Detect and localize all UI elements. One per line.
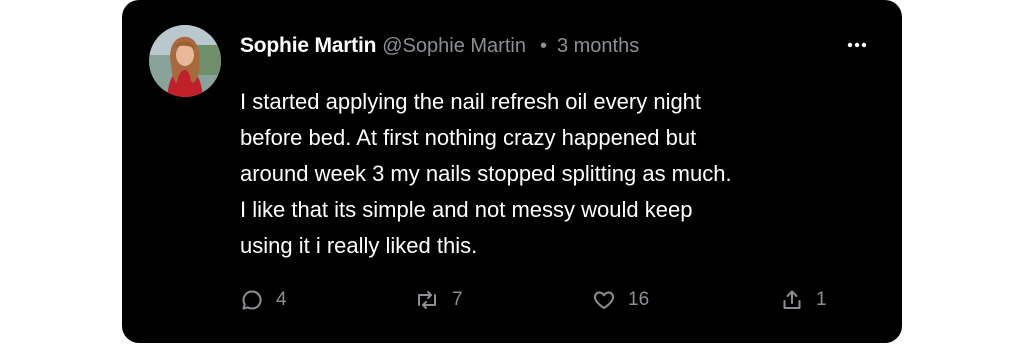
avatar[interactable] xyxy=(149,25,221,97)
reply-count: 4 xyxy=(276,289,287,310)
like-button[interactable]: 16 xyxy=(592,288,649,312)
speech-bubble-icon xyxy=(240,288,264,312)
ellipsis-icon xyxy=(847,42,867,48)
like-count: 16 xyxy=(628,289,650,310)
more-options-button[interactable] xyxy=(846,36,868,54)
share-upload-icon xyxy=(780,288,804,312)
avatar-image xyxy=(149,25,221,97)
share-count: 1 xyxy=(816,289,827,310)
repost-arrows-icon xyxy=(414,288,440,312)
action-bar: 4 7 16 1 xyxy=(240,288,830,318)
author-name[interactable]: Sophie Martin xyxy=(240,34,376,58)
post-card: Sophie Martin @Sophie Martin • 3 months … xyxy=(122,0,902,343)
separator-dot: • xyxy=(539,34,547,57)
post-header: Sophie Martin @Sophie Martin • 3 months xyxy=(240,32,872,60)
repost-count: 7 xyxy=(452,289,463,310)
repost-button[interactable]: 7 xyxy=(414,288,463,312)
post-timestamp[interactable]: 3 months xyxy=(557,35,639,58)
post-text: I started applying the nail refresh oil … xyxy=(240,89,732,258)
reply-button[interactable]: 4 xyxy=(240,288,287,312)
heart-icon xyxy=(592,288,616,312)
author-handle[interactable]: @Sophie Martin xyxy=(382,35,526,58)
share-button[interactable]: 1 xyxy=(780,288,827,312)
